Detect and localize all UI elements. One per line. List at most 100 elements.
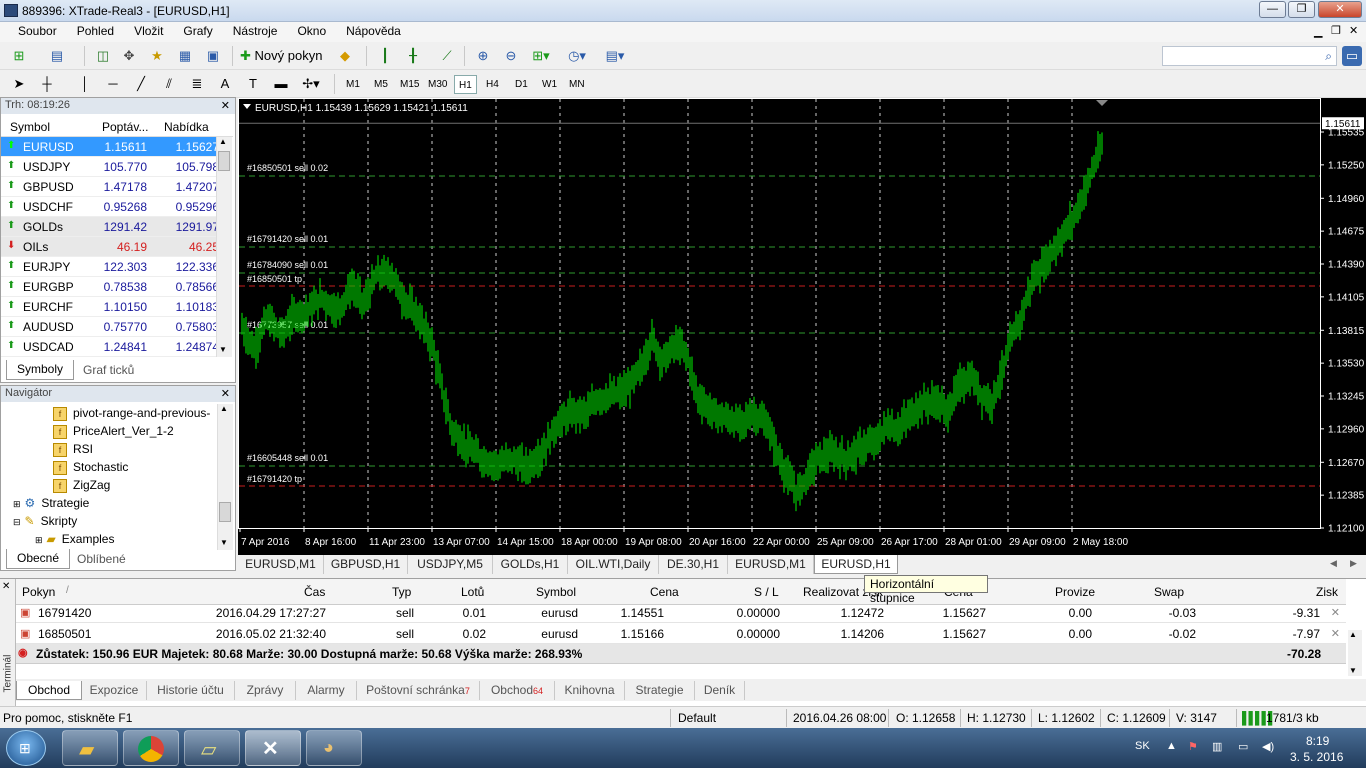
line-chart-icon[interactable]: ⟋ (436, 46, 458, 66)
col-swap[interactable]: Swap (1154, 585, 1184, 599)
start-button[interactable]: ⊞ (6, 730, 46, 766)
tray-arrow-icon[interactable]: ▲ (1166, 740, 1177, 752)
language-indicator[interactable]: SK (1135, 740, 1150, 752)
chart-tab-golds-h1[interactable]: GOLDs,H1 (493, 555, 568, 574)
expand-icon[interactable]: ⊞ (13, 499, 21, 509)
terminal-tab-historie-tu[interactable]: Historie účtu (147, 681, 235, 700)
crosshair-icon[interactable]: ┼ (36, 74, 58, 94)
col-zisk[interactable]: Zisk (1316, 585, 1338, 599)
col-provize[interactable]: Provize (1055, 585, 1095, 599)
tf-mn[interactable]: MN (565, 75, 589, 94)
arrows-icon[interactable]: ✢▾ (300, 74, 322, 94)
market-row-eurjpy[interactable]: ⬆ EURJPY 122.303 122.336 (1, 257, 231, 277)
nav-item-rsi[interactable]: f RSI (53, 440, 93, 458)
col-loty[interactable]: Lotů (461, 585, 484, 599)
col-sl[interactable]: S / L (754, 585, 779, 599)
chart-tab-eurusd-m1[interactable]: EURUSD,M1 (238, 555, 324, 574)
chart-tab-oil-wti-daily[interactable]: OIL.WTI,Daily (568, 555, 659, 574)
close-order-icon[interactable]: ✕ (1331, 606, 1340, 619)
tab-symboly[interactable]: Symboly (6, 360, 75, 380)
market-row-usdcad[interactable]: ⬆ USDCAD 1.24841 1.24874 (1, 337, 231, 357)
zoom-out-icon[interactable]: ⊖ (500, 46, 522, 66)
text-icon[interactable]: A (214, 74, 236, 94)
new-chart-icon[interactable]: ⊞ (8, 46, 30, 66)
market-watch-icon[interactable]: ◫ (92, 46, 114, 66)
maximize-button[interactable]: ❐ (1288, 1, 1315, 18)
text-label-icon[interactable]: T (242, 74, 264, 94)
nav-item-pivot[interactable]: f pivot-range-and-previous- (53, 404, 210, 422)
taskbar-xtrade[interactable]: ✕ (245, 730, 301, 766)
tab-oblibene[interactable]: Oblíbené (66, 549, 137, 569)
volume-icon[interactable]: ◀) (1262, 740, 1274, 753)
nav-item-strategie[interactable]: ⊞ ⚙ Strategie (13, 494, 89, 512)
market-row-eurchf[interactable]: ⬆ EURCHF 1.10150 1.10183 (1, 297, 231, 317)
terminal-tab-alarmy[interactable]: Alarmy (296, 681, 357, 700)
new-order-button[interactable]: ✚ Nový pokyn (240, 46, 330, 66)
terminal-tab-zpr-vy[interactable]: Zprávy (235, 681, 296, 700)
trade-row[interactable]: ▣ 16850501 2016.05.02 21:32:40 sell 0.02 euru… (16, 624, 1346, 644)
search-input[interactable]: ⌕ (1162, 46, 1337, 66)
chart-tab-de-30-h1[interactable]: DE.30,H1 (659, 555, 728, 574)
terminal-tab-po-tovn-schr-nka[interactable]: Poštovní schránka7 (357, 681, 480, 700)
market-row-oils[interactable]: ⬇ OILs 46.19 46.25 (1, 237, 231, 257)
terminal-tab-obchod[interactable]: Obchod64 (480, 681, 555, 700)
tab-obecne[interactable]: Obecné (6, 549, 71, 569)
terminal-tab-expozice[interactable]: Expozice (82, 681, 147, 700)
scroll-down-icon[interactable]: ▼ (1349, 666, 1357, 675)
tf-m1[interactable]: M1 (342, 75, 364, 94)
status-profile[interactable]: Default (678, 711, 716, 725)
market-row-audusd[interactable]: ⬆ AUDUSD 0.75770 0.75803 (1, 317, 231, 337)
bar-chart-icon[interactable]: ┃ (374, 46, 396, 66)
strategy-tester-icon[interactable]: ▣ (202, 46, 224, 66)
col-symbol[interactable]: Symbol (536, 585, 576, 599)
close-button[interactable]: ✕ (1318, 1, 1362, 18)
market-row-usdjpy[interactable]: ⬆ USDJPY 105.770 105.798 (1, 157, 231, 177)
tf-d1[interactable]: D1 (511, 75, 532, 94)
scroll-thumb[interactable] (218, 151, 230, 171)
clock-time[interactable]: 8:19 (1306, 734, 1329, 748)
scroll-up-icon[interactable]: ▲ (1349, 630, 1357, 639)
nav-item-pricealert[interactable]: f PriceAlert_Ver_1-2 (53, 422, 174, 440)
price-chart[interactable]: 7 Apr 2016 8 Apr 16:00 11 Apr 23:00 13 Apr … (238, 98, 1366, 555)
market-watch-scrollbar[interactable]: ▲ ▼ (216, 137, 232, 357)
col-ask[interactable]: Nabídka (164, 120, 209, 134)
nav-item-skripty[interactable]: ⊟ ✎ Skripty (13, 512, 77, 530)
tab-graf-ticku[interactable]: Graf ticků (72, 360, 145, 380)
fibonacci-icon[interactable]: ≣ (186, 74, 208, 94)
navigator-close-icon[interactable]: ✕ (221, 387, 230, 400)
autotrading-icon[interactable]: ◆ (334, 46, 356, 66)
terminal-tab-obchod[interactable]: Obchod (16, 681, 82, 700)
zoom-in-icon[interactable]: ⊕ (472, 46, 494, 66)
collapse-icon[interactable]: ⊟ (13, 517, 21, 527)
taskbar-chrome[interactable] (123, 730, 179, 766)
col-pokyn[interactable]: Pokyn (22, 585, 55, 599)
tabs-scroll-left-icon[interactable]: ◀ (1330, 558, 1337, 569)
col-cena[interactable]: Cena (650, 585, 679, 599)
market-row-usdchf[interactable]: ⬆ USDCHF 0.95268 0.95296 (1, 197, 231, 217)
nav-item-stochastic[interactable]: f Stochastic (53, 458, 128, 476)
terminal-icon[interactable]: ▦ (174, 46, 196, 66)
market-row-eurusd[interactable]: ⬆ EURUSD 1.15611 1.15627 (1, 137, 231, 157)
menu-soubor[interactable]: Soubor (0, 22, 67, 42)
chat-icon[interactable]: ▭ (1342, 46, 1362, 66)
horizontal-line-icon[interactable]: ─ (102, 74, 124, 94)
nav-item-zigzag[interactable]: f ZigZag (53, 476, 110, 494)
candlestick-icon[interactable]: ╂ (402, 46, 424, 66)
mdi-close-button[interactable]: ✕ (1349, 24, 1358, 37)
col-typ[interactable]: Typ (392, 585, 411, 599)
trendline-icon[interactable]: ╱ (130, 74, 152, 94)
network-icon[interactable]: ▥ (1212, 740, 1222, 753)
trade-row[interactable]: ▣ 16791420 2016.04.29 17:27:27 sell 0.01 euru… (16, 603, 1346, 623)
clock-date[interactable]: 3. 5. 2016 (1290, 750, 1343, 764)
expand-icon[interactable]: ⊞ (35, 535, 43, 545)
tf-m5[interactable]: M5 (370, 75, 392, 94)
display-icon[interactable]: ▭ (1238, 740, 1248, 753)
col-bid[interactable]: Poptáv... (102, 120, 148, 134)
market-watch-close-icon[interactable]: ✕ (221, 99, 230, 112)
navigator-scrollbar[interactable]: ▲ ▼ (217, 404, 233, 550)
chart-tab-gbpusd-h1[interactable]: GBPUSD,H1 (324, 555, 408, 574)
mdi-minimize-button[interactable]: ▁ (1314, 25, 1322, 38)
market-row-gbpusd[interactable]: ⬆ GBPUSD 1.47178 1.47207 (1, 177, 231, 197)
flag-icon[interactable]: ⚑ (1188, 740, 1198, 753)
menu-pohled[interactable]: Pohled (67, 22, 124, 42)
